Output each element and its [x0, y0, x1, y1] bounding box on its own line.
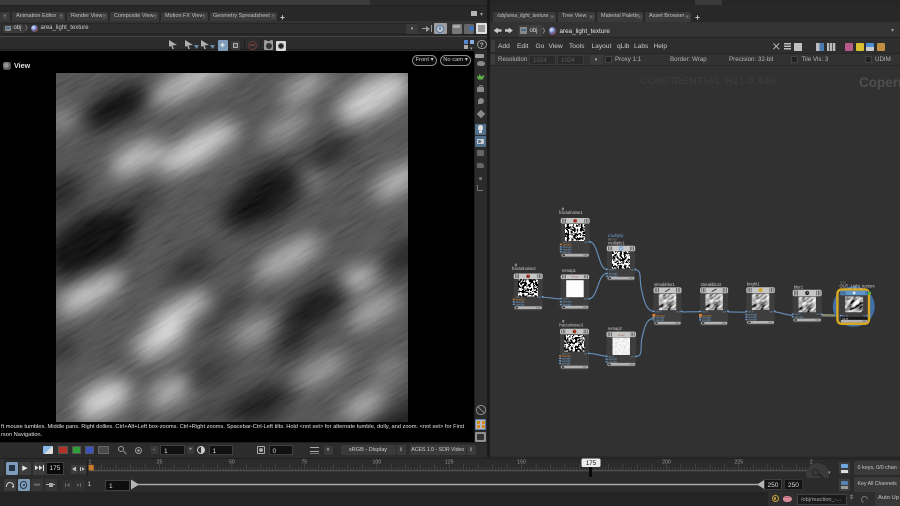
svg-text:fractalnoise1: fractalnoise1 — [559, 210, 583, 215]
svg-text:1: 1 — [89, 460, 92, 466]
svg-text:50: 50 — [229, 460, 235, 466]
svg-text:out: out — [537, 296, 541, 299]
svg-text:out: out — [816, 313, 820, 316]
svg-text:streakblur2: streakblur2 — [700, 282, 721, 287]
svg-text:strength: strength — [562, 362, 571, 365]
svg-text:src in: src in — [655, 310, 661, 313]
svg-text:fractalnoise3: fractalnoise3 — [559, 322, 583, 327]
svg-text:out: out — [769, 310, 773, 313]
svg-text:25: 25 — [157, 460, 163, 466]
svg-text:strength: strength — [515, 303, 524, 306]
svg-text:remap: remap — [571, 276, 578, 279]
svg-text:200: 200 — [662, 460, 671, 466]
svg-text:out: out — [722, 310, 726, 313]
svg-text:out: out — [629, 268, 633, 271]
svg-text:multiply1: multiply1 — [608, 240, 625, 245]
svg-text:175: 175 — [586, 460, 597, 467]
svg-text:out: out — [584, 241, 588, 244]
svg-text:out: out — [676, 310, 680, 313]
svg-text:strength: strength — [702, 319, 711, 322]
svg-text:75: 75 — [301, 460, 307, 466]
svg-text:out: out — [583, 298, 587, 301]
svg-text:remap2: remap2 — [607, 326, 622, 331]
svg-text:streakblur1: streakblur1 — [654, 282, 675, 287]
svg-text:bright1: bright1 — [746, 282, 759, 287]
svg-text:strength: strength — [794, 316, 803, 319]
svg-text:strength: strength — [562, 251, 571, 254]
svg-text:remap: remap — [617, 334, 624, 337]
svg-text:225: 225 — [734, 460, 743, 466]
svg-text:src in: src in — [702, 310, 708, 313]
svg-text:strength: strength — [655, 319, 664, 322]
svg-text:fractalnoise2: fractalnoise2 — [512, 266, 536, 271]
svg-text:OUT_Light_texture: OUT_Light_texture — [839, 284, 875, 289]
svg-text:100: 100 — [372, 460, 381, 466]
svg-text:blur1: blur1 — [793, 284, 803, 289]
svg-text:150: 150 — [517, 460, 526, 466]
svg-text:out: out — [583, 352, 587, 355]
svg-text:out: out — [630, 355, 634, 358]
svg-text:remap1: remap1 — [561, 268, 576, 273]
svg-text:125: 125 — [445, 460, 454, 466]
svg-text:src in: src in — [608, 268, 614, 271]
